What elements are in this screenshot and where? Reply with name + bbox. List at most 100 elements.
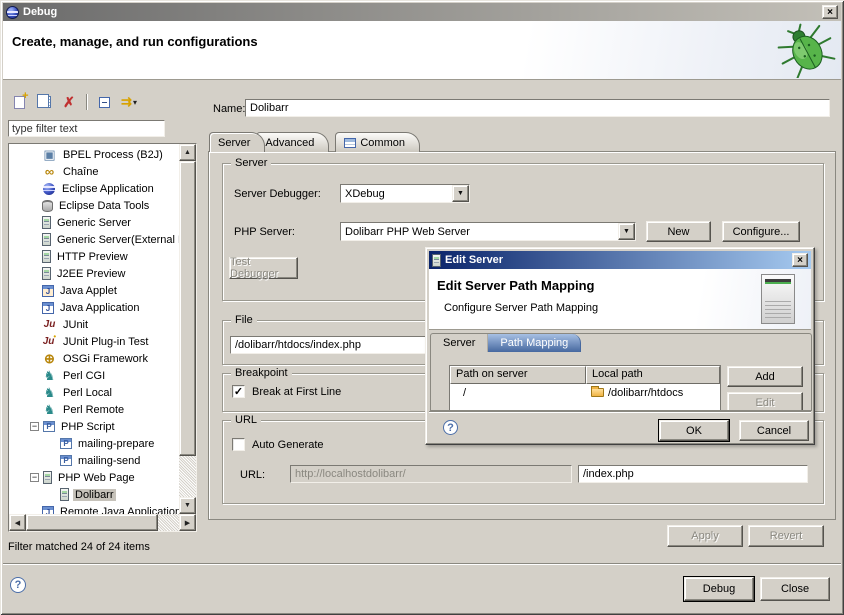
tree-item-bpel-process-b2j[interactable]: BPEL Process (B2J)	[10, 146, 179, 163]
remote-java-icon	[42, 506, 54, 515]
php-server-label: PHP Server:	[234, 226, 295, 238]
revert-button[interactable]: Revert	[748, 525, 824, 547]
tree-item-generic-server[interactable]: Generic Server	[10, 214, 179, 231]
configure-server-button[interactable]: Configure...	[722, 221, 800, 242]
chevron-down-icon[interactable]	[452, 185, 469, 202]
php-server-combo[interactable]: Dolibarr PHP Web Server	[340, 222, 636, 241]
column-path-on-server[interactable]: Path on server	[450, 366, 586, 384]
tree-item-label: PHP Web Page	[56, 472, 137, 484]
tree-vertical-scrollbar[interactable]: ▲ ▼	[179, 144, 196, 514]
debug-button[interactable]: Debug	[684, 577, 754, 601]
tab-advanced[interactable]: Advanced	[256, 132, 329, 152]
tree-item-generic-server-external-la[interactable]: Generic Server(External La	[10, 231, 179, 248]
tree-item-perl-remote[interactable]: Perl Remote	[10, 401, 179, 418]
close-icon: ×	[797, 255, 803, 266]
path-mapping-rows: //dolibarr/htdocs	[450, 384, 720, 401]
dialog-banner: Create, manage, and run configurations	[3, 21, 841, 80]
path-mapping-row[interactable]: //dolibarr/htdocs	[450, 384, 720, 401]
tree-item-java-applet[interactable]: Java Applet	[10, 282, 179, 299]
cancel-button[interactable]: Cancel	[739, 420, 809, 441]
new-config-button[interactable]	[8, 92, 30, 112]
tree-item-mailing-send[interactable]: mailing-send	[10, 452, 179, 469]
tree-item-perl-cgi[interactable]: Perl CGI	[10, 367, 179, 384]
window-close-button[interactable]: ×	[822, 5, 838, 19]
tree-item-php-web-page[interactable]: − PHP Web Page	[10, 469, 179, 486]
delete-config-button[interactable]	[58, 92, 80, 112]
dropdown-caret-icon[interactable]: ▾	[133, 98, 137, 107]
tree-item-remote-java-application[interactable]: Remote Java Application	[10, 503, 179, 514]
scroll-left-button[interactable]: ◀	[9, 514, 26, 531]
apply-button[interactable]: Apply	[667, 525, 743, 547]
perl-icon	[42, 403, 57, 417]
break-first-line-label: Break at First Line	[252, 386, 341, 398]
bpel-process-icon	[42, 148, 57, 162]
tree-expander-minus-icon[interactable]: −	[30, 473, 39, 482]
php-web-icon	[60, 488, 69, 501]
tab-path-mapping[interactable]: Path Mapping	[488, 334, 581, 352]
tree-item-label: mailing-prepare	[76, 438, 156, 450]
duplicate-config-button[interactable]	[33, 92, 55, 112]
help-button[interactable]: ?	[10, 577, 26, 593]
edit-server-banner: Edit Server Path Mapping Configure Serve…	[429, 269, 811, 330]
tree-item-label: JUnit	[61, 319, 90, 331]
tree-item-label: Eclipse Data Tools	[57, 200, 151, 212]
edit-server-footer: ? OK Cancel	[429, 411, 811, 443]
tree-item-junit-plug-in-test[interactable]: JUnit Plug-in Test	[10, 333, 179, 350]
tree-item-label: Generic Server(External La	[55, 234, 179, 246]
tab-common[interactable]: Common	[335, 132, 420, 152]
auto-generate-checkbox[interactable]: ✓	[232, 438, 245, 451]
url-path-input[interactable]	[578, 465, 808, 483]
scroll-down-button[interactable]: ▼	[179, 497, 196, 514]
tree-item-mailing-prepare[interactable]: mailing-prepare	[10, 435, 179, 452]
tree-item-php-script[interactable]: −PHP Script	[10, 418, 179, 435]
tree-expander-minus-icon[interactable]: −	[30, 422, 39, 431]
new-config-icon	[14, 96, 25, 109]
tree-item-osgi-framework[interactable]: OSGi Framework	[10, 350, 179, 367]
tree-item-perl-local[interactable]: Perl Local	[10, 384, 179, 401]
database-icon	[42, 200, 53, 212]
break-first-line-checkbox[interactable]: ✓	[232, 385, 245, 398]
server-debugger-combo[interactable]: XDebug	[340, 184, 470, 203]
filter-input[interactable]	[8, 120, 165, 137]
toolbar-separator	[86, 94, 87, 110]
tree-item-j2ee-preview[interactable]: J2EE Preview	[10, 265, 179, 282]
add-mapping-button[interactable]: Add	[727, 366, 803, 387]
tree-item-eclipse-application[interactable]: Eclipse Application	[10, 180, 179, 197]
tree-item-http-preview[interactable]: HTTP Preview	[10, 248, 179, 265]
close-icon: ×	[827, 7, 833, 18]
tab-server-settings[interactable]: Server	[431, 334, 488, 352]
test-debugger-button[interactable]: Test Debugger	[229, 257, 298, 279]
collapse-all-button[interactable]	[93, 92, 115, 112]
tree-item-cha-ne[interactable]: Chaîne	[10, 163, 179, 180]
close-button[interactable]: Close	[760, 577, 830, 601]
tree-item-dolibarr[interactable]: Dolibarr	[10, 486, 179, 503]
php-file-icon	[60, 455, 72, 466]
filter-configs-button[interactable]: ▾	[118, 92, 140, 112]
base-url-input	[290, 465, 572, 483]
chain-icon	[42, 165, 57, 179]
ok-button[interactable]: OK	[659, 420, 729, 441]
edit-mapping-button[interactable]: Edit	[727, 392, 803, 411]
name-input[interactable]	[245, 99, 830, 117]
tree-item-junit[interactable]: JUnit	[10, 316, 179, 333]
server-tower-image	[761, 274, 795, 324]
scroll-up-button[interactable]: ▲	[179, 144, 196, 161]
perl-icon	[42, 386, 57, 400]
column-local-path[interactable]: Local path	[586, 366, 720, 384]
tab-server[interactable]: Server	[209, 132, 265, 152]
dialog-help-button[interactable]: ?	[443, 420, 458, 435]
tree-item-eclipse-data-tools[interactable]: Eclipse Data Tools	[10, 197, 179, 214]
edit-server-titlebar: Edit Server ×	[429, 251, 811, 269]
tree-item-java-application[interactable]: Java Application	[10, 299, 179, 316]
tree-item-label: Perl CGI	[61, 370, 107, 382]
edit-server-close-button[interactable]: ×	[792, 253, 808, 267]
new-server-button[interactable]: New	[646, 221, 711, 242]
tree-horizontal-scrollbar[interactable]: ◀ ▶	[9, 514, 196, 531]
tree-item-label: mailing-send	[76, 455, 142, 467]
scroll-right-button[interactable]: ▶	[179, 514, 196, 531]
server-icon	[432, 254, 441, 267]
duplicate-config-icon	[41, 96, 51, 108]
horizontal-scroll-thumb[interactable]	[26, 514, 158, 531]
chevron-down-icon[interactable]	[618, 223, 635, 240]
vertical-scroll-thumb[interactable]	[179, 161, 196, 456]
